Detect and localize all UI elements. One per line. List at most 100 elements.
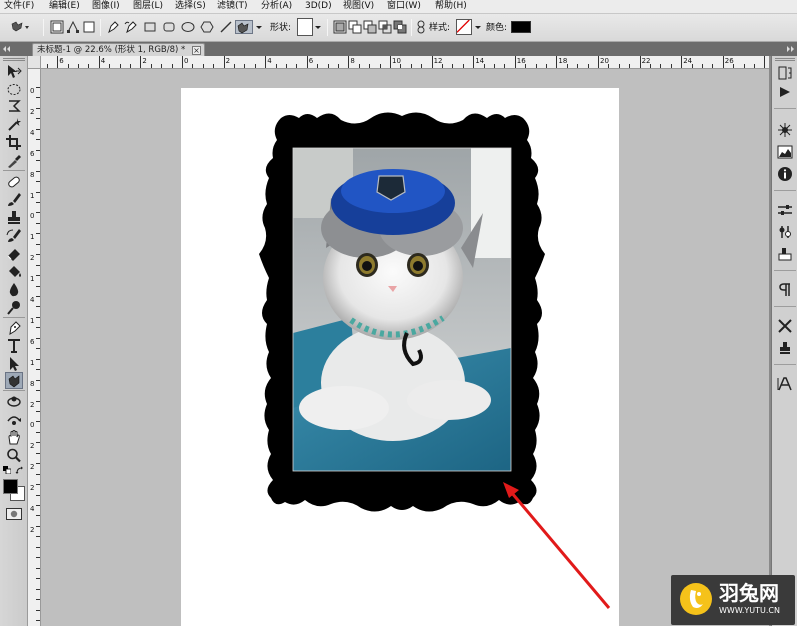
menu-window[interactable]: 窗口(W) bbox=[387, 0, 421, 13]
hand-icon bbox=[8, 430, 20, 445]
eraser-tool[interactable] bbox=[5, 245, 23, 262]
swap-colors-button[interactable] bbox=[15, 466, 24, 475]
brush-tool[interactable] bbox=[5, 191, 23, 208]
expand-arrows-icon[interactable] bbox=[785, 45, 795, 53]
ruler-origin[interactable] bbox=[28, 56, 41, 69]
move-tool[interactable] bbox=[5, 63, 23, 80]
lasso-tool[interactable] bbox=[5, 98, 23, 115]
history-brush-icon bbox=[6, 229, 21, 242]
polygon-tool-button[interactable] bbox=[200, 20, 214, 34]
fill-pixels-button[interactable] bbox=[82, 20, 96, 34]
document-tab[interactable]: 未标题-1 @ 22.6% (形状 1, RGB/8) * × bbox=[32, 43, 205, 56]
menu-help[interactable]: 帮助(H) bbox=[435, 0, 467, 13]
tool-preset-picker[interactable] bbox=[10, 20, 30, 34]
tool-presets-panel-button[interactable] bbox=[777, 318, 793, 334]
ruler-tick bbox=[36, 358, 40, 360]
add-shape-icon bbox=[348, 20, 362, 34]
ruler-label: 0 bbox=[30, 421, 35, 430]
type-tool[interactable] bbox=[5, 337, 23, 354]
hand-tool[interactable] bbox=[5, 429, 23, 446]
custom-shape-tool-button[interactable] bbox=[235, 20, 253, 34]
freeform-pen-button[interactable] bbox=[124, 20, 138, 34]
history-panel-button[interactable] bbox=[777, 65, 793, 81]
add-to-shape-button[interactable] bbox=[348, 20, 362, 34]
custom-shape-tool[interactable] bbox=[5, 372, 23, 389]
style-picker-dropdown[interactable] bbox=[474, 20, 482, 34]
styles-panel-button[interactable] bbox=[777, 246, 793, 262]
menu-image[interactable]: 图像(I) bbox=[92, 0, 120, 13]
info-panel-button[interactable] bbox=[777, 166, 793, 182]
crop-tool[interactable] bbox=[5, 134, 23, 151]
geometry-options-dropdown[interactable] bbox=[255, 20, 263, 34]
ruler-label: 2 bbox=[30, 525, 35, 534]
ruler-tick bbox=[587, 64, 589, 68]
subtract-shape-button[interactable] bbox=[363, 20, 377, 34]
ellipse-tool-button[interactable] bbox=[181, 20, 195, 34]
red-arrow-annotation bbox=[503, 482, 611, 609]
clone-stamp-tool[interactable] bbox=[5, 209, 23, 226]
pen-tool[interactable] bbox=[5, 319, 23, 336]
close-icon[interactable]: × bbox=[192, 46, 201, 55]
eyedropper-tool[interactable] bbox=[5, 152, 23, 169]
ruler-tick bbox=[161, 64, 163, 68]
zoom-tool[interactable] bbox=[5, 447, 23, 464]
path-selection-tool[interactable] bbox=[5, 355, 23, 372]
link-style-button[interactable] bbox=[416, 20, 426, 34]
menu-filter[interactable]: 滤镜(T) bbox=[217, 0, 248, 13]
menu-layer[interactable]: 图层(L) bbox=[133, 0, 163, 13]
dock-grip[interactable] bbox=[775, 58, 795, 61]
3d-rotate-tool[interactable] bbox=[5, 393, 23, 410]
color-swatch[interactable] bbox=[511, 21, 531, 33]
paragraph-panel-button[interactable] bbox=[777, 282, 793, 298]
new-shape-layer-button[interactable] bbox=[333, 20, 347, 34]
quick-mask-button[interactable] bbox=[6, 508, 22, 520]
menu-file[interactable]: 文件(F) bbox=[4, 0, 34, 13]
healing-brush-tool[interactable] bbox=[5, 173, 23, 190]
histogram-panel-button[interactable] bbox=[777, 144, 793, 160]
ruler-label: 6 bbox=[30, 149, 35, 158]
marquee-tool[interactable] bbox=[5, 81, 23, 98]
actions-panel-button[interactable] bbox=[777, 84, 793, 100]
masks-panel-button[interactable] bbox=[777, 224, 793, 240]
shape-picker-dropdown[interactable] bbox=[314, 20, 322, 34]
document-canvas[interactable] bbox=[181, 88, 619, 626]
ruler-tick bbox=[379, 64, 381, 68]
ruler-tick bbox=[213, 64, 215, 68]
rectangle-icon bbox=[144, 22, 156, 32]
menu-select[interactable]: 选择(S) bbox=[175, 0, 206, 13]
menu-3d[interactable]: 3D(D) bbox=[305, 0, 332, 13]
rectangle-tool-button[interactable] bbox=[143, 20, 157, 34]
vertical-ruler[interactable]: 0246810121416182022242 bbox=[28, 69, 41, 626]
shape-picker[interactable] bbox=[297, 18, 313, 36]
line-tool-button[interactable] bbox=[219, 20, 233, 34]
navigator-panel-button[interactable] bbox=[777, 122, 793, 138]
exclude-shape-button[interactable] bbox=[393, 20, 407, 34]
horizontal-ruler[interactable]: 6 4 2 0 2 4 6 8 10 12 14 16 18 20 22 24 26 bbox=[41, 56, 769, 69]
ruler-label: 4 bbox=[30, 505, 35, 513]
menu-view[interactable]: 视图(V) bbox=[343, 0, 374, 13]
menu-edit[interactable]: 编辑(E) bbox=[49, 0, 80, 13]
history-brush-tool[interactable] bbox=[5, 227, 23, 244]
navigator-icon bbox=[778, 123, 792, 137]
separator bbox=[327, 19, 328, 36]
paths-button[interactable] bbox=[66, 20, 80, 34]
blur-tool[interactable] bbox=[5, 281, 23, 298]
magic-wand-tool[interactable] bbox=[5, 116, 23, 133]
toolbox-grip[interactable] bbox=[3, 58, 25, 61]
pen-tool-button[interactable] bbox=[106, 20, 120, 34]
dodge-tool[interactable] bbox=[5, 299, 23, 316]
collapse-arrows-icon[interactable] bbox=[2, 45, 12, 53]
default-colors-button[interactable] bbox=[3, 466, 11, 474]
menu-analysis[interactable]: 分析(A) bbox=[261, 0, 292, 13]
foreground-color-swatch[interactable] bbox=[3, 479, 18, 494]
panel-dock bbox=[771, 56, 797, 626]
intersect-shape-button[interactable] bbox=[378, 20, 392, 34]
3d-orbit-tool[interactable] bbox=[5, 411, 23, 428]
rounded-rectangle-button[interactable] bbox=[162, 20, 176, 34]
clone-source-panel-button[interactable] bbox=[777, 340, 793, 356]
shape-layers-button[interactable] bbox=[50, 20, 64, 34]
paint-bucket-tool[interactable] bbox=[5, 263, 23, 280]
character-panel-button[interactable] bbox=[777, 376, 793, 392]
style-picker[interactable] bbox=[456, 19, 472, 35]
adjustments-panel-button[interactable] bbox=[777, 202, 793, 218]
